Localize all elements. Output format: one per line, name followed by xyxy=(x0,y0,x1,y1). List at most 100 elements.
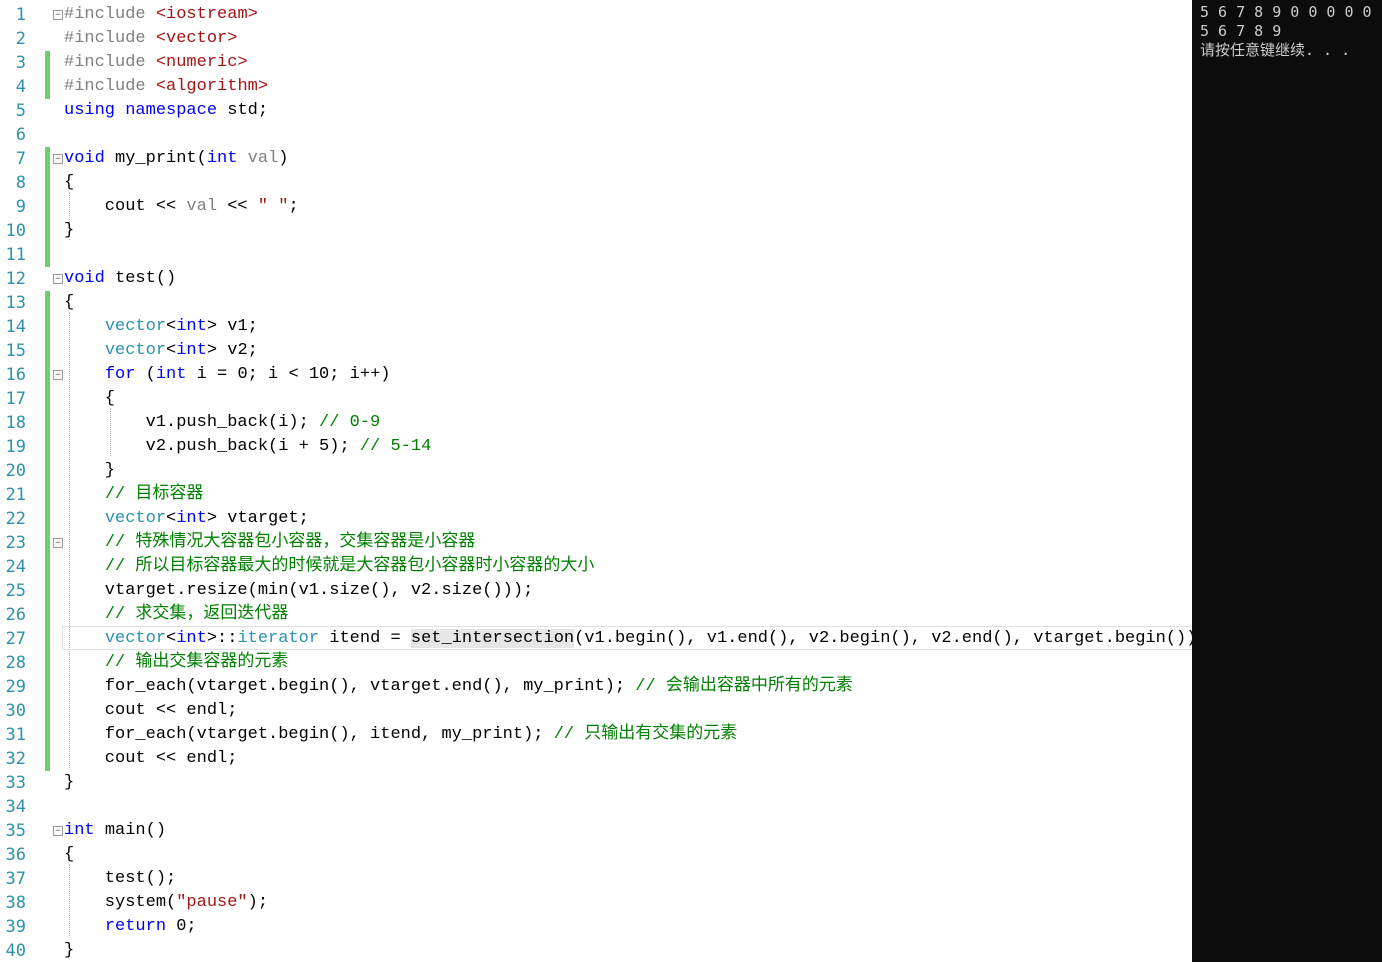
collapse-toggle-icon[interactable]: − xyxy=(53,370,63,380)
code-line[interactable]: 4 #include <algorithm> xyxy=(0,75,1192,99)
code-line[interactable]: 5 using namespace std; xyxy=(0,99,1192,123)
collapse-toggle-icon[interactable]: − xyxy=(53,10,63,20)
code-line[interactable]: 14 vector<int> v1; xyxy=(0,315,1192,339)
code-token: > v1; xyxy=(206,317,258,336)
code-line[interactable]: 34 xyxy=(0,795,1192,819)
console-prompt-line: 请按任意键继续. . . xyxy=(1200,41,1351,59)
code-line[interactable]: 35 − int main() xyxy=(0,819,1192,843)
code-token: { xyxy=(64,293,75,312)
code-line[interactable]: 29 for_each(vtarget.begin(), vtarget.end… xyxy=(0,675,1192,699)
code-comment: // 会输出容器中所有的元素 xyxy=(635,677,853,696)
code-token: { xyxy=(64,173,75,192)
code-text: // 求交集，返回迭代器 xyxy=(64,603,289,627)
code-line[interactable]: 16 − for (int i = 0; i < 10; i++) xyxy=(0,363,1192,387)
line-number: 31 xyxy=(5,725,26,745)
collapse-toggle-icon[interactable]: − xyxy=(53,538,63,548)
code-token: itend = xyxy=(319,629,411,648)
code-line[interactable]: 27 vector<int>::iterator itend = set_int… xyxy=(0,627,1192,651)
code-line[interactable]: 7 − void my_print(int val) xyxy=(0,147,1192,171)
line-number: 38 xyxy=(5,893,26,913)
code-text: { xyxy=(64,387,115,411)
collapse-toggle-icon[interactable]: − xyxy=(53,154,63,164)
code-token: <iostream> xyxy=(155,5,258,24)
change-marker xyxy=(45,747,50,771)
line-number: 27 xyxy=(5,629,26,649)
code-text: { xyxy=(64,843,74,867)
change-marker xyxy=(45,219,50,243)
code-line[interactable]: 17 { xyxy=(0,387,1192,411)
code-token: v2.push_back(i + 5); xyxy=(64,437,360,456)
code-line[interactable]: 36 { xyxy=(0,843,1192,867)
line-number: 6 xyxy=(15,125,26,145)
code-token: < xyxy=(166,509,177,528)
code-line[interactable]: 32 cout << endl; xyxy=(0,747,1192,771)
code-token: main() xyxy=(104,821,167,840)
code-line[interactable]: 37 test(); xyxy=(0,867,1192,891)
code-line[interactable]: 2 #include <vector> xyxy=(0,27,1192,51)
change-marker xyxy=(45,723,50,747)
code-line[interactable]: 24 // 所以目标容器最大的时候就是大容器包小容器时小容器的大小 xyxy=(0,555,1192,579)
code-line[interactable]: 11 xyxy=(0,243,1192,267)
code-token: vector xyxy=(104,509,167,528)
code-token: iterator xyxy=(237,629,320,648)
code-token: { xyxy=(64,389,116,408)
code-comment: // 输出交集容器的元素 xyxy=(104,653,289,672)
code-line[interactable]: 6 xyxy=(0,123,1192,147)
collapse-toggle-icon[interactable]: − xyxy=(53,274,63,284)
code-line[interactable]: 38 system("pause"); xyxy=(0,891,1192,915)
code-line[interactable]: 23 − // 特殊情况大容器包小容器，交集容器是小容器 xyxy=(0,531,1192,555)
code-line[interactable]: 31 for_each(vtarget.begin(), itend, my_p… xyxy=(0,723,1192,747)
change-marker xyxy=(45,627,50,651)
code-line[interactable]: 13 { xyxy=(0,291,1192,315)
code-line[interactable]: 33} xyxy=(0,771,1192,795)
code-line[interactable]: 20 } xyxy=(0,459,1192,483)
line-number: 8 xyxy=(15,173,26,193)
code-line[interactable]: 3 #include <numeric> xyxy=(0,51,1192,75)
code-line[interactable]: 9 cout << val << " "; xyxy=(0,195,1192,219)
code-keyword: namespace xyxy=(125,101,228,120)
line-number: 1 xyxy=(15,5,26,25)
code-line[interactable]: 40} xyxy=(0,939,1192,962)
code-line[interactable]: 15 vector<int> v2; xyxy=(0,339,1192,363)
collapse-toggle-icon[interactable]: − xyxy=(53,826,63,836)
change-marker xyxy=(45,603,50,627)
change-marker xyxy=(45,411,50,435)
code-editor[interactable]: 1− #include <iostream> 2 #include <vector> 3… xyxy=(0,0,1192,962)
code-text: // 目标容器 xyxy=(64,483,204,507)
code-line[interactable]: 26 // 求交集，返回迭代器 xyxy=(0,603,1192,627)
console-window[interactable]: 5 6 7 8 9 0 0 0 0 0 5 6 7 8 9 请按任意键继续. .… xyxy=(1192,0,1382,962)
code-line[interactable]: 21 // 目标容器 xyxy=(0,483,1192,507)
code-token: vector xyxy=(104,341,167,360)
code-line[interactable]: 39 return 0; xyxy=(0,915,1192,939)
code-keyword: return xyxy=(104,917,177,936)
code-text: vector<int>::iterator itend = set_inters… xyxy=(64,627,1192,651)
code-line[interactable]: 12 − void test() xyxy=(0,267,1192,291)
code-token: (v1.begin(), v1.end(), v2.begin(), v2.en… xyxy=(574,629,1192,648)
code-line[interactable]: 28 // 输出交集容器的元素 xyxy=(0,651,1192,675)
code-text: cout << endl; xyxy=(64,747,238,771)
line-number: 9 xyxy=(15,197,26,217)
line-number: 24 xyxy=(5,557,26,577)
code-keyword: int xyxy=(64,821,105,840)
code-keyword: int xyxy=(176,317,207,336)
code-token: } xyxy=(64,221,75,240)
code-line[interactable]: 30 cout << endl; xyxy=(0,699,1192,723)
change-marker xyxy=(45,195,50,219)
code-line[interactable]: 10} xyxy=(0,219,1192,243)
code-text: } xyxy=(64,459,115,483)
code-line[interactable]: 19 v2.push_back(i + 5); // 5-14 xyxy=(0,435,1192,459)
line-number: 11 xyxy=(5,245,26,265)
code-line[interactable]: 22 vector<int> vtarget; xyxy=(0,507,1192,531)
code-token: val xyxy=(247,149,279,168)
code-line[interactable]: 18 v1.push_back(i); // 0-9 xyxy=(0,411,1192,435)
code-token: >:: xyxy=(206,629,238,648)
code-line[interactable]: 25 vtarget.resize(min(v1.size(), v2.size… xyxy=(0,579,1192,603)
code-text: // 特殊情况大容器包小容器，交集容器是小容器 xyxy=(64,531,476,555)
code-token: cout << endl; xyxy=(64,701,238,720)
code-line[interactable]: 1 − #include <iostream> xyxy=(0,3,1192,27)
code-line[interactable]: 8{ xyxy=(0,171,1192,195)
code-token: cout << xyxy=(64,197,187,216)
